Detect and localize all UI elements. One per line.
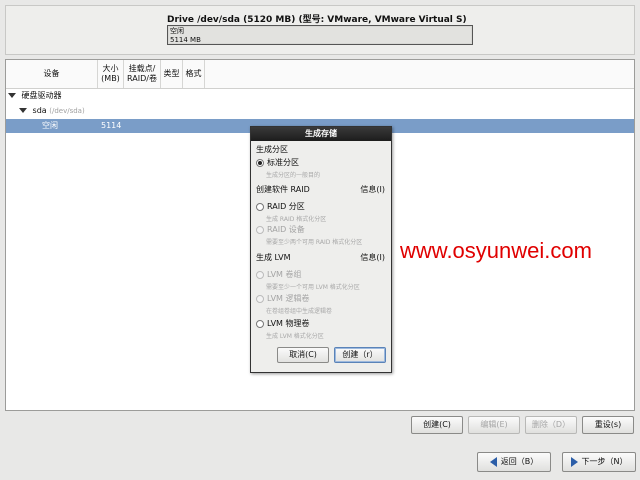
hard-drives-label: 硬盘驱动器 <box>21 91 62 100</box>
expander-triangle-icon[interactable] <box>19 108 27 113</box>
create-storage-dialog: 生成存储 生成分区 标准分区 生成分区的一般目的 创建软件 RAID 信息(I)… <box>250 126 392 373</box>
section-lvm: 生成 LVM <box>256 253 291 262</box>
create-button[interactable]: 创建(C) <box>411 416 463 434</box>
drive-free-size: 5114 MB <box>170 36 201 44</box>
drive-title: Drive /dev/sda (5120 MB) (型号: VMware, VM… <box>167 15 467 25</box>
table-header: 设备 大小 (MB) 挂载点/ RAID/卷 类型 格式 <box>6 60 634 89</box>
tree-row-hard-drives[interactable]: 硬盘驱动器 <box>6 89 634 103</box>
radio-raid-device <box>256 226 264 234</box>
reset-button[interactable]: 重设(s) <box>582 416 634 434</box>
radio-lvm-logical-volume <box>256 295 264 303</box>
header-mount-line1: 挂载点/ <box>128 64 156 73</box>
label-standard-partition[interactable]: 标准分区 <box>267 157 299 168</box>
free-space-label: 空闲 <box>42 121 58 130</box>
dialog-create-button[interactable]: 创建（r） <box>334 347 386 363</box>
next-arrow-icon <box>570 456 578 467</box>
desc-lvm-logical-volume: 在卷组卷组中生成逻辑卷 <box>266 308 333 315</box>
watermark-text: www.osyunwei.com <box>400 238 592 263</box>
header-device-label: 设备 <box>43 69 60 78</box>
header-size[interactable]: 大小 (MB) <box>98 60 124 88</box>
free-space-size: 5114 <box>101 121 122 130</box>
next-button-label: 下一步（N） <box>581 457 628 466</box>
dialog-cancel-button[interactable]: 取消(C) <box>277 347 329 363</box>
next-button[interactable]: 下一步（N） <box>562 452 636 472</box>
radio-standard-partition[interactable] <box>256 159 264 167</box>
label-raid-device: RAID 设备 <box>267 225 305 234</box>
radio-raid-partition[interactable] <box>256 203 264 211</box>
header-mount-line2: RAID/卷 <box>127 74 157 83</box>
lvm-info-button[interactable]: 信息(I) <box>360 252 385 263</box>
back-arrow-icon <box>489 456 497 467</box>
header-format[interactable]: 格式 <box>183 60 205 88</box>
desc-standard-partition: 生成分区的一般目的 <box>266 172 321 179</box>
drive-free-label: 空闲 <box>170 27 184 35</box>
desc-raid-partition: 生成 RAID 格式化分区 <box>266 216 327 223</box>
raid-info-button[interactable]: 信息(I) <box>360 184 385 195</box>
section-software-raid: 创建软件 RAID <box>256 185 310 194</box>
desc-raid-device: 需要至少两个可用 RAID 格式化分区 <box>266 239 363 246</box>
header-mount[interactable]: 挂载点/ RAID/卷 <box>124 60 161 88</box>
radio-lvm-physical-volume[interactable] <box>256 320 264 328</box>
label-lvm-logical-volume: LVM 逻辑卷 <box>267 294 310 303</box>
disk-path: (/dev/sda) <box>49 107 85 115</box>
dialog-title: 生成存储 <box>251 127 391 141</box>
back-button[interactable]: 返回（B） <box>477 452 551 472</box>
desc-lvm-volume-group: 需要至少一个可用 LVM 格式化分区 <box>266 284 360 291</box>
label-lvm-volume-group: LVM 卷组 <box>267 270 302 279</box>
header-format-label: 格式 <box>185 69 202 78</box>
header-type[interactable]: 类型 <box>161 60 183 88</box>
drive-free-segment[interactable] <box>169 27 471 43</box>
back-button-label: 返回（B） <box>500 457 539 466</box>
delete-button[interactable]: 删除（D） <box>525 416 577 434</box>
tree-row-sda[interactable]: sda (/dev/sda) <box>6 104 634 118</box>
expander-triangle-icon[interactable] <box>8 93 16 98</box>
disk-name: sda <box>32 106 47 115</box>
header-type-label: 类型 <box>163 69 180 78</box>
edit-button[interactable]: 编辑(E) <box>468 416 520 434</box>
radio-lvm-volume-group <box>256 271 264 279</box>
label-raid-partition[interactable]: RAID 分区 <box>267 201 305 212</box>
section-create-partition: 生成分区 <box>256 145 288 154</box>
desc-lvm-physical-volume: 生成 LVM 格式化分区 <box>266 333 324 340</box>
header-size-line2: (MB) <box>101 74 120 83</box>
header-device[interactable]: 设备 <box>6 60 98 88</box>
label-lvm-physical-volume[interactable]: LVM 物理卷 <box>267 318 310 329</box>
drive-usage-bar[interactable]: 空闲 5114 MB <box>167 25 473 45</box>
drive-free-segment-label: 空闲 5114 MB <box>170 27 201 45</box>
header-size-line1: 大小 <box>102 64 119 73</box>
